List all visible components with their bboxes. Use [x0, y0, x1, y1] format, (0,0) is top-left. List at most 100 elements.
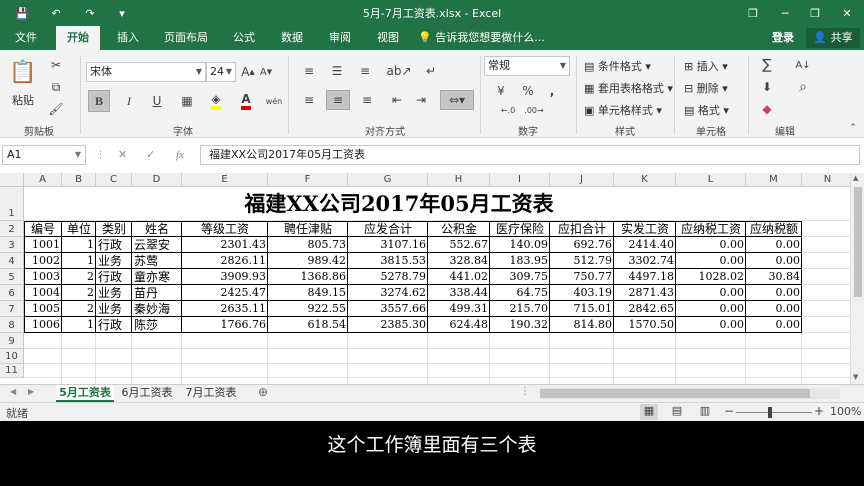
bold-button[interactable]: B — [88, 90, 110, 112]
align-bottom-icon[interactable]: ≡ — [354, 62, 376, 80]
format-as-table-button[interactable]: ▦ 套用表格格式 ▾ — [584, 80, 673, 96]
number-format-select[interactable]: 常规 ▼ — [484, 56, 570, 76]
row-header[interactable]: 2 — [0, 221, 24, 237]
confirm-icon[interactable]: ✓ — [146, 145, 155, 165]
header-cell[interactable]: 类别 — [96, 221, 132, 237]
table-cell[interactable]: 2842.65 — [614, 301, 676, 317]
prev-sheet-icon[interactable]: ◀ — [10, 387, 16, 396]
vertical-scrollbar[interactable]: ▲ ▼ — [850, 173, 864, 384]
table-cell[interactable]: 0.00 — [746, 317, 802, 333]
sheet-tab-july[interactable]: 7月工资表 — [182, 385, 240, 402]
tab-review[interactable]: 审阅 — [320, 26, 360, 50]
table-cell[interactable]: 0.00 — [676, 301, 746, 317]
table-cell[interactable]: 0.00 — [676, 317, 746, 333]
column-header[interactable]: E — [182, 173, 268, 187]
table-cell[interactable]: 2826.11 — [182, 253, 268, 269]
percent-icon[interactable]: % — [518, 82, 538, 100]
table-cell[interactable]: 行政 — [96, 269, 132, 285]
header-cell[interactable]: 聘任津贴 — [268, 221, 348, 237]
table-cell[interactable]: 1004 — [24, 285, 62, 301]
row-header[interactable]: 3 — [0, 237, 24, 253]
column-header[interactable]: C — [96, 173, 132, 187]
header-cell[interactable]: 等级工资 — [182, 221, 268, 237]
orientation-icon[interactable]: ab↗ — [386, 62, 412, 80]
sort-filter-icon[interactable]: A↓ — [792, 56, 814, 74]
merge-center-icon[interactable]: ⇔▾ — [440, 90, 474, 110]
table-cell[interactable]: 童亦寒 — [132, 269, 182, 285]
comma-icon[interactable]: , — [542, 82, 562, 100]
format-cells-button[interactable]: ▤ 格式 ▾ — [684, 102, 729, 118]
table-cell[interactable]: 3107.16 — [348, 237, 428, 253]
column-header[interactable]: J — [550, 173, 614, 187]
increase-font-icon[interactable]: A ▲ — [240, 62, 256, 82]
table-cell[interactable]: 805.73 — [268, 237, 348, 253]
ribbon-display-icon[interactable]: ❐ — [738, 0, 768, 26]
table-cell[interactable]: 业务 — [96, 253, 132, 269]
cut-icon[interactable]: ✂ — [46, 56, 66, 74]
table-cell[interactable]: 2385.30 — [348, 317, 428, 333]
header-cell[interactable]: 应纳税额 — [746, 221, 802, 237]
find-select-icon[interactable]: ⌕ — [792, 78, 814, 96]
header-cell[interactable]: 应纳税工资 — [676, 221, 746, 237]
table-cell[interactable]: 3909.93 — [182, 269, 268, 285]
paste-label[interactable]: 粘贴 — [12, 92, 34, 108]
table-cell[interactable]: 2301.43 — [182, 237, 268, 253]
sheet-tab-may[interactable]: 5月工资表 — [56, 385, 114, 402]
table-cell[interactable]: 30.84 — [746, 269, 802, 285]
row-header[interactable]: 6 — [0, 285, 24, 301]
format-painter-icon[interactable]: 🖌 — [46, 100, 66, 118]
increase-decimal-icon[interactable]: ←.0 — [496, 102, 520, 118]
zoom-in-icon[interactable]: + — [814, 404, 824, 418]
table-cell[interactable]: 814.80 — [550, 317, 614, 333]
table-cell[interactable]: 2414.40 — [614, 237, 676, 253]
column-header[interactable]: G — [348, 173, 428, 187]
horizontal-scrollbar[interactable] — [540, 388, 840, 399]
table-cell[interactable]: 0.00 — [676, 285, 746, 301]
cancel-icon[interactable]: ✕ — [118, 145, 127, 165]
table-cell[interactable]: 0.00 — [746, 285, 802, 301]
table-cell[interactable]: 403.19 — [550, 285, 614, 301]
table-cell[interactable]: 499.31 — [428, 301, 490, 317]
delete-cells-button[interactable]: ⊟ 删除 ▾ — [684, 80, 728, 96]
table-cell[interactable]: 2425.47 — [182, 285, 268, 301]
table-cell[interactable]: 1570.50 — [614, 317, 676, 333]
column-header[interactable]: L — [676, 173, 746, 187]
sheet-tab-june[interactable]: 6月工资表 — [118, 385, 176, 402]
zoom-slider-thumb[interactable] — [768, 407, 772, 418]
next-sheet-icon[interactable]: ▶ — [28, 387, 34, 396]
table-cell[interactable]: 陈莎 — [132, 317, 182, 333]
autosum-icon[interactable]: ∑ — [756, 56, 778, 74]
border-icon[interactable]: ▦ — [176, 90, 198, 112]
horizontal-scroll-thumb[interactable] — [540, 389, 810, 398]
column-header[interactable]: B — [62, 173, 96, 187]
copy-icon[interactable]: ⧉ — [46, 78, 66, 96]
add-sheet-icon[interactable]: ⊕ — [258, 385, 268, 399]
table-cell[interactable]: 309.75 — [490, 269, 550, 285]
column-header[interactable]: I — [490, 173, 550, 187]
sheet-title-cell[interactable]: 福建XX公司2017年05月工资表 — [24, 187, 774, 221]
table-cell[interactable]: 4497.18 — [614, 269, 676, 285]
table-cell[interactable]: 0.00 — [746, 301, 802, 317]
column-header[interactable]: K — [614, 173, 676, 187]
table-cell[interactable]: 行政 — [96, 317, 132, 333]
table-cell[interactable]: 5278.79 — [348, 269, 428, 285]
scroll-down-icon[interactable]: ▼ — [853, 373, 858, 381]
column-header[interactable]: F — [268, 173, 348, 187]
name-box[interactable]: A1 ▼ — [2, 145, 86, 165]
table-cell[interactable]: 552.67 — [428, 237, 490, 253]
page-break-view-icon[interactable]: ▥ — [696, 404, 714, 420]
tab-formulas[interactable]: 公式 — [224, 26, 264, 50]
page-layout-view-icon[interactable]: ▤ — [668, 404, 686, 420]
column-header[interactable]: H — [428, 173, 490, 187]
phonetic-icon[interactable]: wén — [264, 90, 284, 112]
tab-page-layout[interactable]: 页面布局 — [158, 26, 214, 50]
table-cell[interactable]: 1002 — [24, 253, 62, 269]
table-cell[interactable]: 512.79 — [550, 253, 614, 269]
header-cell[interactable]: 应扣合计 — [550, 221, 614, 237]
table-cell[interactable]: 业务 — [96, 301, 132, 317]
row-header[interactable]: 5 — [0, 269, 24, 285]
tab-view[interactable]: 视图 — [368, 26, 408, 50]
collapse-ribbon-icon[interactable]: ⌃ — [846, 122, 860, 134]
row-header[interactable]: 1 — [0, 187, 24, 221]
row-header[interactable]: 11 — [0, 364, 24, 378]
